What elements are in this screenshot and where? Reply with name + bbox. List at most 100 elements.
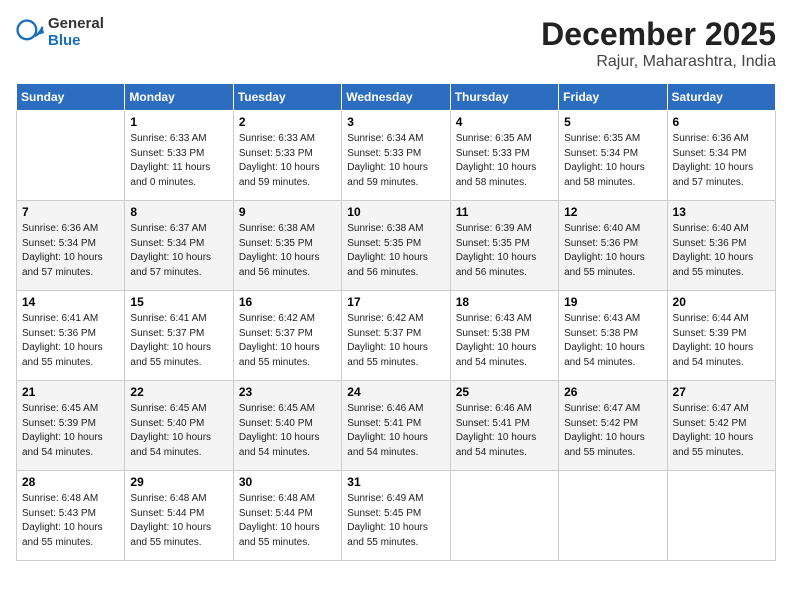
- cell-info: Sunrise: 6:48 AMSunset: 5:44 PMDaylight:…: [130, 492, 227, 550]
- day-number: 10: [347, 205, 444, 219]
- weekday-header-monday: Monday: [125, 84, 233, 111]
- calendar-cell: 20 Sunrise: 6:44 AMSunset: 5:39 PMDayligh…: [667, 291, 775, 381]
- cell-info: Sunrise: 6:36 AMSunset: 5:34 PMDaylight:…: [22, 222, 119, 280]
- calendar-cell: 14 Sunrise: 6:41 AMSunset: 5:36 PMDayligh…: [17, 291, 125, 381]
- calendar-cell: 22 Sunrise: 6:45 AMSunset: 5:40 PMDayligh…: [125, 381, 233, 471]
- location-title: Rajur, Maharashtra, India: [541, 53, 776, 71]
- day-number: 21: [22, 385, 119, 399]
- weekday-header-friday: Friday: [559, 84, 667, 111]
- cell-info: Sunrise: 6:41 AMSunset: 5:36 PMDaylight:…: [22, 312, 119, 370]
- weekday-header-row: SundayMondayTuesdayWednesdayThursdayFrid…: [17, 84, 776, 111]
- cell-info: Sunrise: 6:42 AMSunset: 5:37 PMDaylight:…: [347, 312, 444, 370]
- calendar-cell: 4Sunrise: 6:35 AMSunset: 5:33 PMDaylight…: [450, 111, 558, 201]
- cell-info: Sunrise: 6:48 AMSunset: 5:44 PMDaylight:…: [239, 492, 336, 550]
- day-number: 11: [456, 205, 553, 219]
- calendar-cell: 15Sunrise: 6:41 AMSunset: 5:37 PMDayligh…: [125, 291, 233, 381]
- day-number: 20: [673, 295, 770, 309]
- cell-info: Sunrise: 6:49 AMSunset: 5:45 PMDaylight:…: [347, 492, 444, 550]
- header: General Blue December 2025 Rajur, Mahara…: [16, 16, 776, 71]
- cell-info: Sunrise: 6:45 AMSunset: 5:39 PMDaylight:…: [22, 402, 119, 460]
- day-number: 30: [239, 475, 336, 489]
- cell-info: Sunrise: 6:33 AMSunset: 5:33 PMDaylight:…: [130, 132, 227, 190]
- calendar-cell: 3 Sunrise: 6:34 AMSunset: 5:33 PMDaylight…: [342, 111, 450, 201]
- day-number: 5: [564, 115, 661, 129]
- calendar-cell: 28Sunrise: 6:48 AMSunset: 5:43 PMDayligh…: [17, 471, 125, 561]
- cell-info: Sunrise: 6:48 AMSunset: 5:43 PMDaylight:…: [22, 492, 119, 550]
- cell-info: Sunrise: 6:45 AMSunset: 5:40 PMDaylight:…: [239, 402, 336, 460]
- cell-info: Sunrise: 6:46 AMSunset: 5:41 PMDaylight:…: [456, 402, 553, 460]
- day-number: 22: [130, 385, 227, 399]
- day-number: 1: [130, 115, 227, 129]
- title-area: December 2025 Rajur, Maharashtra, India: [541, 16, 776, 71]
- calendar-cell: [17, 111, 125, 201]
- cell-info: Sunrise: 6:33 AMSunset: 5:33 PMDaylight:…: [239, 132, 336, 190]
- calendar-cell: 7 Sunrise: 6:36 AMSunset: 5:34 PMDaylight…: [17, 201, 125, 291]
- logo-icon: [16, 19, 44, 47]
- logo-general: General: [48, 16, 104, 33]
- calendar-cell: 25 Sunrise: 6:46 AMSunset: 5:41 PMDayligh…: [450, 381, 558, 471]
- week-row-2: 7 Sunrise: 6:36 AMSunset: 5:34 PMDaylight…: [17, 201, 776, 291]
- cell-info: Sunrise: 6:43 AMSunset: 5:38 PMDaylight:…: [564, 312, 661, 370]
- cell-info: Sunrise: 6:40 AMSunset: 5:36 PMDaylight:…: [673, 222, 770, 280]
- cell-info: Sunrise: 6:36 AMSunset: 5:34 PMDaylight:…: [673, 132, 770, 190]
- calendar-cell: [667, 471, 775, 561]
- calendar-cell: 10 Sunrise: 6:38 AMSunset: 5:35 PMDayligh…: [342, 201, 450, 291]
- day-number: 19: [564, 295, 661, 309]
- calendar-cell: 24Sunrise: 6:46 AMSunset: 5:41 PMDayligh…: [342, 381, 450, 471]
- logo-blue: Blue: [48, 33, 104, 50]
- calendar-cell: 6 Sunrise: 6:36 AMSunset: 5:34 PMDaylight…: [667, 111, 775, 201]
- day-number: 6: [673, 115, 770, 129]
- logo: General Blue: [16, 16, 104, 49]
- calendar-cell: 16Sunrise: 6:42 AMSunset: 5:37 PMDayligh…: [233, 291, 341, 381]
- weekday-header-saturday: Saturday: [667, 84, 775, 111]
- calendar-cell: 27Sunrise: 6:47 AMSunset: 5:42 PMDayligh…: [667, 381, 775, 471]
- calendar-cell: 5 Sunrise: 6:35 AMSunset: 5:34 PMDaylight…: [559, 111, 667, 201]
- day-number: 29: [130, 475, 227, 489]
- calendar-cell: 30 Sunrise: 6:48 AMSunset: 5:44 PMDayligh…: [233, 471, 341, 561]
- calendar-cell: 12 Sunrise: 6:40 AMSunset: 5:36 PMDayligh…: [559, 201, 667, 291]
- cell-info: Sunrise: 6:34 AMSunset: 5:33 PMDaylight:…: [347, 132, 444, 190]
- day-number: 23: [239, 385, 336, 399]
- cell-info: Sunrise: 6:43 AMSunset: 5:38 PMDaylight:…: [456, 312, 553, 370]
- month-title: December 2025: [541, 16, 776, 53]
- day-number: 16: [239, 295, 336, 309]
- day-number: 8: [130, 205, 227, 219]
- weekday-header-sunday: Sunday: [17, 84, 125, 111]
- calendar-cell: 29 Sunrise: 6:48 AMSunset: 5:44 PMDayligh…: [125, 471, 233, 561]
- cell-info: Sunrise: 6:35 AMSunset: 5:34 PMDaylight:…: [564, 132, 661, 190]
- calendar-cell: 11 Sunrise: 6:39 AMSunset: 5:35 PMDayligh…: [450, 201, 558, 291]
- day-number: 3: [347, 115, 444, 129]
- calendar-cell: 18 Sunrise: 6:43 AMSunset: 5:38 PMDayligh…: [450, 291, 558, 381]
- day-number: 9: [239, 205, 336, 219]
- calendar-cell: 21 Sunrise: 6:45 AMSunset: 5:39 PMDayligh…: [17, 381, 125, 471]
- day-number: 7: [22, 205, 119, 219]
- calendar-cell: 1 Sunrise: 6:33 AMSunset: 5:33 PMDaylight…: [125, 111, 233, 201]
- day-number: 17: [347, 295, 444, 309]
- cell-info: Sunrise: 6:47 AMSunset: 5:42 PMDaylight:…: [564, 402, 661, 460]
- week-row-3: 14 Sunrise: 6:41 AMSunset: 5:36 PMDayligh…: [17, 291, 776, 381]
- cell-info: Sunrise: 6:44 AMSunset: 5:39 PMDaylight:…: [673, 312, 770, 370]
- weekday-header-wednesday: Wednesday: [342, 84, 450, 111]
- calendar-cell: 31 Sunrise: 6:49 AMSunset: 5:45 PMDayligh…: [342, 471, 450, 561]
- day-number: 13: [673, 205, 770, 219]
- day-number: 14: [22, 295, 119, 309]
- cell-info: Sunrise: 6:46 AMSunset: 5:41 PMDaylight:…: [347, 402, 444, 460]
- cell-info: Sunrise: 6:40 AMSunset: 5:36 PMDaylight:…: [564, 222, 661, 280]
- weekday-header-tuesday: Tuesday: [233, 84, 341, 111]
- calendar-cell: [559, 471, 667, 561]
- day-number: 4: [456, 115, 553, 129]
- day-number: 12: [564, 205, 661, 219]
- cell-info: Sunrise: 6:39 AMSunset: 5:35 PMDaylight:…: [456, 222, 553, 280]
- cell-info: Sunrise: 6:41 AMSunset: 5:37 PMDaylight:…: [130, 312, 227, 370]
- day-number: 25: [456, 385, 553, 399]
- day-number: 2: [239, 115, 336, 129]
- calendar-table: SundayMondayTuesdayWednesdayThursdayFrid…: [16, 83, 776, 561]
- cell-info: Sunrise: 6:45 AMSunset: 5:40 PMDaylight:…: [130, 402, 227, 460]
- day-number: 31: [347, 475, 444, 489]
- cell-info: Sunrise: 6:38 AMSunset: 5:35 PMDaylight:…: [239, 222, 336, 280]
- calendar-cell: 8Sunrise: 6:37 AMSunset: 5:34 PMDaylight…: [125, 201, 233, 291]
- day-number: 18: [456, 295, 553, 309]
- calendar-cell: 17 Sunrise: 6:42 AMSunset: 5:37 PMDayligh…: [342, 291, 450, 381]
- cell-info: Sunrise: 6:38 AMSunset: 5:35 PMDaylight:…: [347, 222, 444, 280]
- calendar-cell: 19 Sunrise: 6:43 AMSunset: 5:38 PMDayligh…: [559, 291, 667, 381]
